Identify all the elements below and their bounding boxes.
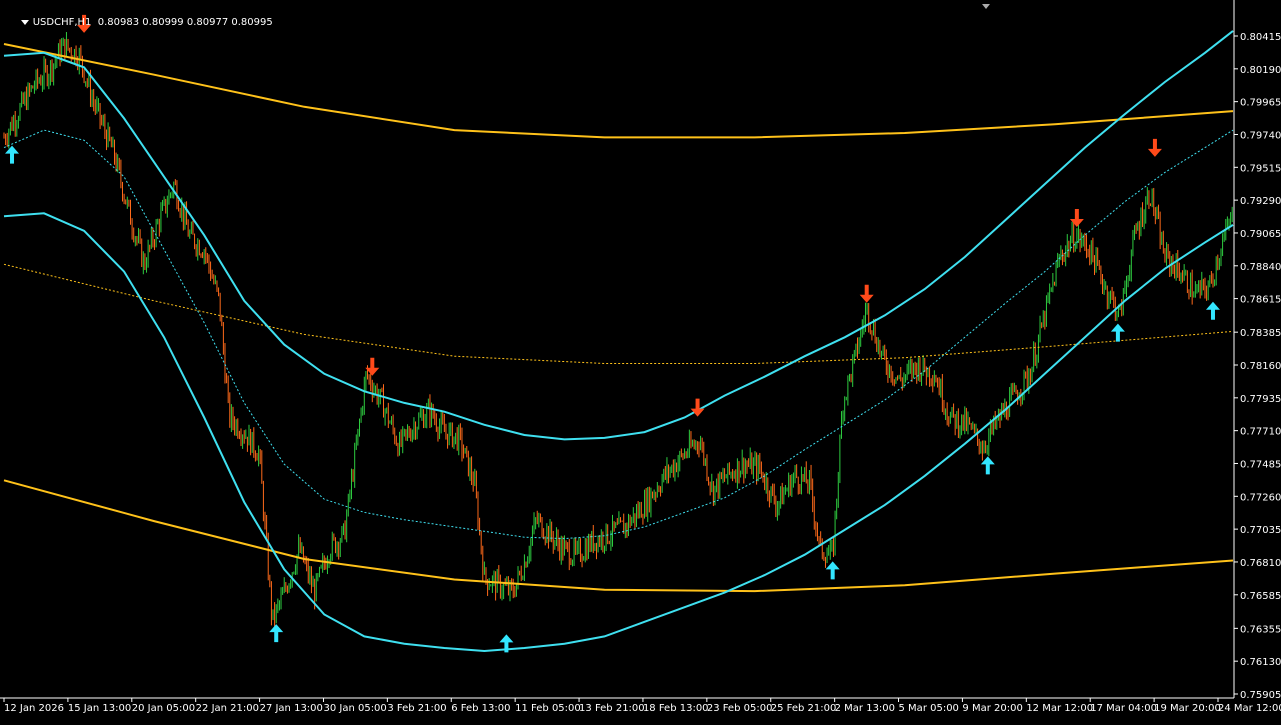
price-tick-label: 0.77935 — [1240, 394, 1281, 405]
buy-signal-arrow-icon — [269, 624, 284, 643]
price-tick-label: 0.79290 — [1240, 196, 1281, 207]
price-tick-label: 0.80190 — [1240, 65, 1281, 76]
time-tick-label: 3 Feb 21:00 — [387, 703, 446, 714]
price-tick-label: 0.78615 — [1240, 295, 1281, 306]
price-chart[interactable]: USDCHF,H1 0.80983 0.80999 0.80977 0.8099… — [0, 0, 1281, 721]
collapse-triangle-icon[interactable] — [20, 19, 29, 25]
price-tick-label: 0.75905 — [1240, 690, 1281, 701]
chart-canvas[interactable]: 0.80415 0.80190 0.79965 0.79740 0.79515 0.792… — [0, 0, 1281, 721]
time-tick-label: 9 Mar 20:00 — [962, 703, 1022, 714]
time-tick-label: 23 Feb 05:00 — [707, 703, 773, 714]
time-tick-label: 17 Mar 04:00 — [1090, 703, 1157, 714]
indicator-line — [3, 263, 1234, 364]
indicator-lines-layer — [3, 30, 1234, 653]
price-tick-label: 0.79065 — [1240, 229, 1281, 240]
buy-signal-arrow-icon — [825, 561, 840, 580]
price-tick-label: 0.76810 — [1240, 558, 1281, 569]
time-tick-label: 24 Mar 12:00 — [1218, 703, 1281, 714]
time-tick-label: 20 Jan 05:00 — [132, 703, 195, 714]
price-tick-label: 0.79515 — [1240, 163, 1281, 174]
buy-signal-arrow-icon — [1110, 323, 1125, 342]
time-tick-label: 12 Mar 12:00 — [1026, 703, 1093, 714]
time-tick-label: 25 Feb 21:00 — [771, 703, 837, 714]
price-tick-label: 0.78385 — [1240, 328, 1281, 339]
time-tick-label: 6 Feb 13:00 — [451, 703, 510, 714]
buy-signal-arrow-icon — [5, 145, 20, 164]
indicator-line — [3, 212, 1234, 653]
buy-signal-arrow-icon — [1205, 301, 1220, 320]
signal-arrows-layer — [5, 14, 1220, 653]
time-tick-label: 18 Feb 13:00 — [643, 703, 709, 714]
price-tick-label: 0.76130 — [1240, 657, 1281, 668]
candles-layer — [3, 32, 1233, 629]
time-tick-label: 15 Jan 13:00 — [68, 703, 131, 714]
price-tick-label: 0.79740 — [1240, 130, 1281, 141]
time-tick-label: 22 Jan 21:00 — [196, 703, 259, 714]
price-tick-label: 0.77260 — [1240, 492, 1281, 503]
time-tick-label: 13 Feb 21:00 — [579, 703, 645, 714]
buy-signal-arrow-icon — [980, 456, 995, 475]
price-tick-label: 0.77710 — [1240, 427, 1281, 438]
sell-signal-arrow-icon — [859, 284, 874, 303]
indicator-line — [3, 129, 1234, 540]
price-tick-label: 0.77035 — [1240, 525, 1281, 536]
price-tick-label: 0.77485 — [1240, 459, 1281, 470]
sell-signal-arrow-icon — [1147, 138, 1162, 157]
time-tick-label: 19 Mar 20:00 — [1154, 703, 1221, 714]
price-tick-label: 0.78160 — [1240, 361, 1281, 372]
shift-marker-icon[interactable] — [982, 4, 990, 9]
time-tick-label: 12 Jan 2026 — [4, 703, 64, 714]
time-tick-label: 11 Feb 05:00 — [515, 703, 581, 714]
price-tick-label: 0.76585 — [1240, 591, 1281, 602]
price-tick-label: 0.79965 — [1240, 98, 1281, 109]
time-tick-label: 27 Jan 13:00 — [260, 703, 323, 714]
symbol-header: USDCHF,H1 0.80983 0.80999 0.80977 0.8099… — [8, 6, 273, 39]
price-tick-label: 0.78840 — [1240, 262, 1281, 273]
axis-layer: 0.80415 0.80190 0.79965 0.79740 0.79515 0.792… — [0, 0, 1281, 714]
indicator-line — [3, 43, 1234, 139]
symbol-name: USDCHF,H1 — [32, 17, 92, 28]
time-tick-label: 5 Mar 05:00 — [899, 703, 959, 714]
price-tick-label: 0.76355 — [1240, 624, 1281, 635]
time-tick-label: 30 Jan 05:00 — [323, 703, 386, 714]
time-tick-label: 2 Mar 13:00 — [835, 703, 895, 714]
price-tick-label: 0.80415 — [1240, 32, 1281, 43]
symbol-quote: 0.80983 0.80999 0.80977 0.80995 — [97, 17, 273, 28]
indicator-line — [3, 479, 1234, 593]
